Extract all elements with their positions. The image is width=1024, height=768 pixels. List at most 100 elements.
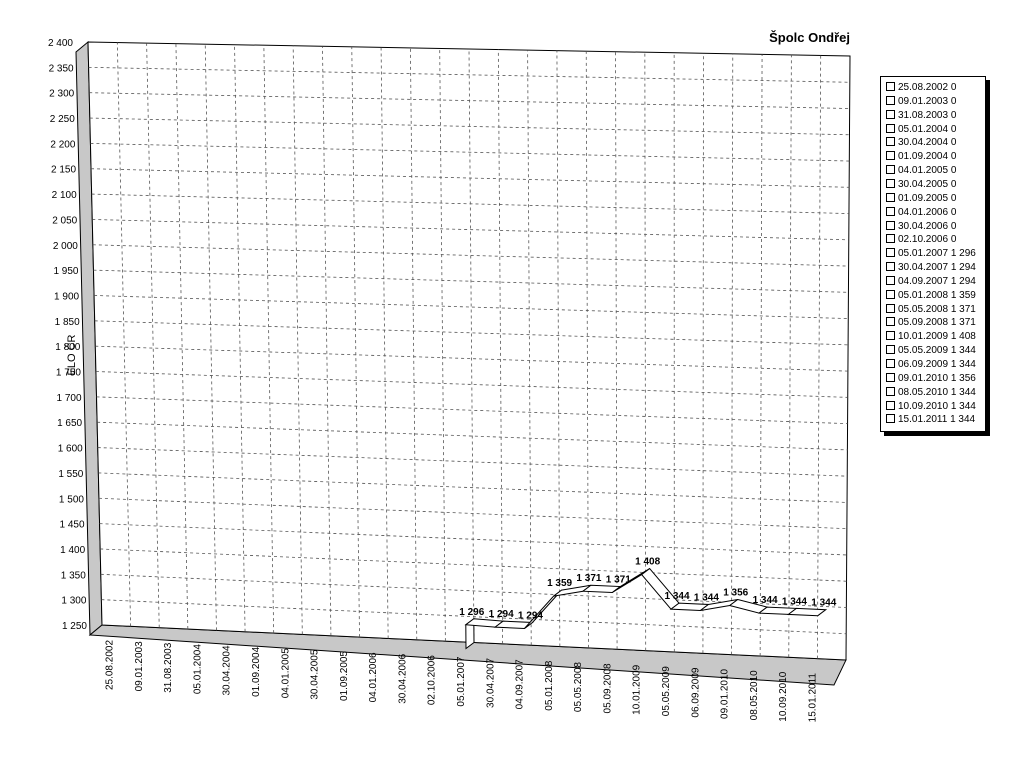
legend-item: 08.05.2010 1 344 xyxy=(886,386,976,399)
legend-label: 04.01.2006 0 xyxy=(898,206,957,218)
y-tick-label: 1 250 xyxy=(62,621,87,632)
y-tick-label: 1 650 xyxy=(57,418,82,429)
legend-label: 30.04.2004 0 xyxy=(898,137,957,149)
legend-item: 06.09.2009 1 344 xyxy=(886,358,976,371)
legend-item: 05.05.2008 1 371 xyxy=(886,303,976,316)
x-tick-label: 10.01.2009 xyxy=(632,664,643,714)
legend-item: 05.01.2004 0 xyxy=(886,123,956,136)
back-wall xyxy=(87,41,851,661)
legend-label: 04.09.2007 1 294 xyxy=(898,275,976,287)
legend-item: 30.04.2004 0 xyxy=(886,136,956,149)
x-tick-label: 30.04.2006 xyxy=(397,653,408,703)
legend-swatch xyxy=(886,220,895,230)
x-tick-label: 05.01.2004 xyxy=(192,644,203,694)
x-tick-label: 01.09.2004 xyxy=(251,646,262,696)
legend-item: 04.01.2006 0 xyxy=(886,206,956,219)
y-tick-label: 1 300 xyxy=(61,596,86,607)
legend-swatch xyxy=(886,165,895,175)
legend-item: 04.01.2005 0 xyxy=(886,164,956,177)
chart-title: Špolc Ondřej xyxy=(769,30,850,45)
y-tick-label: 2 100 xyxy=(52,190,77,201)
legend-swatch xyxy=(886,345,895,355)
legend-swatch xyxy=(886,386,895,396)
legend-label: 09.01.2003 0 xyxy=(898,95,957,107)
x-tick-label: 10.09.2010 xyxy=(778,671,789,721)
legend-swatch xyxy=(886,414,895,424)
data-label: 1 296 xyxy=(459,607,484,618)
x-tick-label: 04.01.2006 xyxy=(368,652,379,702)
y-tick-label: 1 600 xyxy=(58,444,83,455)
legend-item: 31.08.2003 0 xyxy=(886,109,956,122)
legend-item: 09.01.2010 1 356 xyxy=(886,372,976,385)
legend-label: 30.04.2007 1 294 xyxy=(898,262,976,274)
legend-item: 02.10.2006 0 xyxy=(886,233,956,246)
y-tick-label: 2 350 xyxy=(49,63,74,74)
y-tick-label: 1 400 xyxy=(60,545,85,556)
y-tick-label: 2 300 xyxy=(49,89,74,100)
legend-swatch xyxy=(886,289,895,299)
y-tick-label: 2 250 xyxy=(50,114,75,125)
legend-swatch xyxy=(886,234,895,244)
x-tick-label: 01.09.2005 xyxy=(339,651,350,701)
legend: 25.08.2002 0 09.01.2003 0 31.08.2003 0 05.0… xyxy=(880,76,986,432)
data-label: 1 294 xyxy=(518,610,543,621)
legend-label: 05.09.2008 1 371 xyxy=(898,317,976,329)
legend-label: 05.01.2008 1 359 xyxy=(898,289,976,301)
legend-label: 01.09.2004 0 xyxy=(898,151,957,163)
data-label: 1 344 xyxy=(694,592,719,603)
x-tick-label: 30.04.2007 xyxy=(485,657,496,707)
y-tick-label: 1 350 xyxy=(61,570,86,581)
y-axis-title: ELO ČR xyxy=(65,334,78,375)
legend-swatch xyxy=(886,303,895,313)
legend-label: 05.01.2007 1 296 xyxy=(898,248,976,260)
x-tick-label: 04.01.2005 xyxy=(280,648,291,698)
legend-swatch xyxy=(886,123,895,133)
legend-item: 05.09.2008 1 371 xyxy=(886,316,976,329)
x-tick-label: 15.01.2011 xyxy=(807,673,818,723)
legend-swatch xyxy=(886,331,895,341)
x-tick-label: 05.01.2008 xyxy=(544,660,555,710)
chart-area: 1 250 1 300 1 350 1 400 1 450 1 500 1 550 1 600… xyxy=(48,38,851,723)
y-tick-label: 2 400 xyxy=(48,38,73,49)
legend-item: 10.09.2010 1 344 xyxy=(886,400,976,413)
legend-item: 09.01.2003 0 xyxy=(886,95,956,108)
legend-label: 02.10.2006 0 xyxy=(898,234,957,246)
legend-item: 01.09.2005 0 xyxy=(886,192,956,205)
legend-swatch xyxy=(886,275,895,285)
legend-label: 05.05.2008 1 371 xyxy=(898,303,976,315)
legend-swatch xyxy=(886,248,895,258)
x-tick-label: 08.05.2010 xyxy=(749,670,760,720)
legend-item: 05.01.2007 1 296 xyxy=(886,247,976,260)
legend-swatch xyxy=(886,95,895,105)
legend-swatch xyxy=(886,178,895,188)
y-tick-label: 1 450 xyxy=(60,520,85,531)
legend-label: 30.04.2006 0 xyxy=(898,220,957,232)
legend-item: 15.01.2011 1 344 xyxy=(886,413,975,426)
x-tick-label: 06.09.2009 xyxy=(690,667,701,717)
data-label: 1 408 xyxy=(635,557,660,568)
y-tick-label: 2 150 xyxy=(51,165,76,176)
legend-label: 06.09.2009 1 344 xyxy=(898,359,976,370)
y-tick-label: 2 200 xyxy=(50,139,75,150)
legend-item: 30.04.2006 0 xyxy=(886,220,956,233)
legend-label: 10.01.2009 1 408 xyxy=(898,331,976,343)
x-tick-label: 30.04.2005 xyxy=(310,649,321,699)
y-tick-label: 1 500 xyxy=(59,494,84,505)
legend-item: 30.04.2007 1 294 xyxy=(886,261,976,274)
legend-label: 25.08.2002 0 xyxy=(898,82,957,93)
legend-swatch xyxy=(886,400,895,410)
y-tick-label: 1 850 xyxy=(55,317,80,328)
y-tick-label: 1 900 xyxy=(54,291,79,302)
legend-swatch xyxy=(886,317,895,327)
data-label: 1 371 xyxy=(606,575,631,586)
x-tick-label: 30.04.2004 xyxy=(222,645,233,695)
legend-item: 05.01.2008 1 359 xyxy=(886,289,976,302)
y-tick-label: 1 950 xyxy=(53,266,78,277)
legend-swatch xyxy=(886,262,895,272)
legend-label: 04.01.2005 0 xyxy=(898,165,957,177)
data-label: 1 359 xyxy=(547,578,572,589)
x-tick-label: 04.09.2007 xyxy=(515,659,526,709)
x-tick-label: 05.05.2009 xyxy=(661,666,672,716)
legend-label: 10.09.2010 1 344 xyxy=(898,400,976,412)
y-tick-label: 2 000 xyxy=(53,241,78,252)
